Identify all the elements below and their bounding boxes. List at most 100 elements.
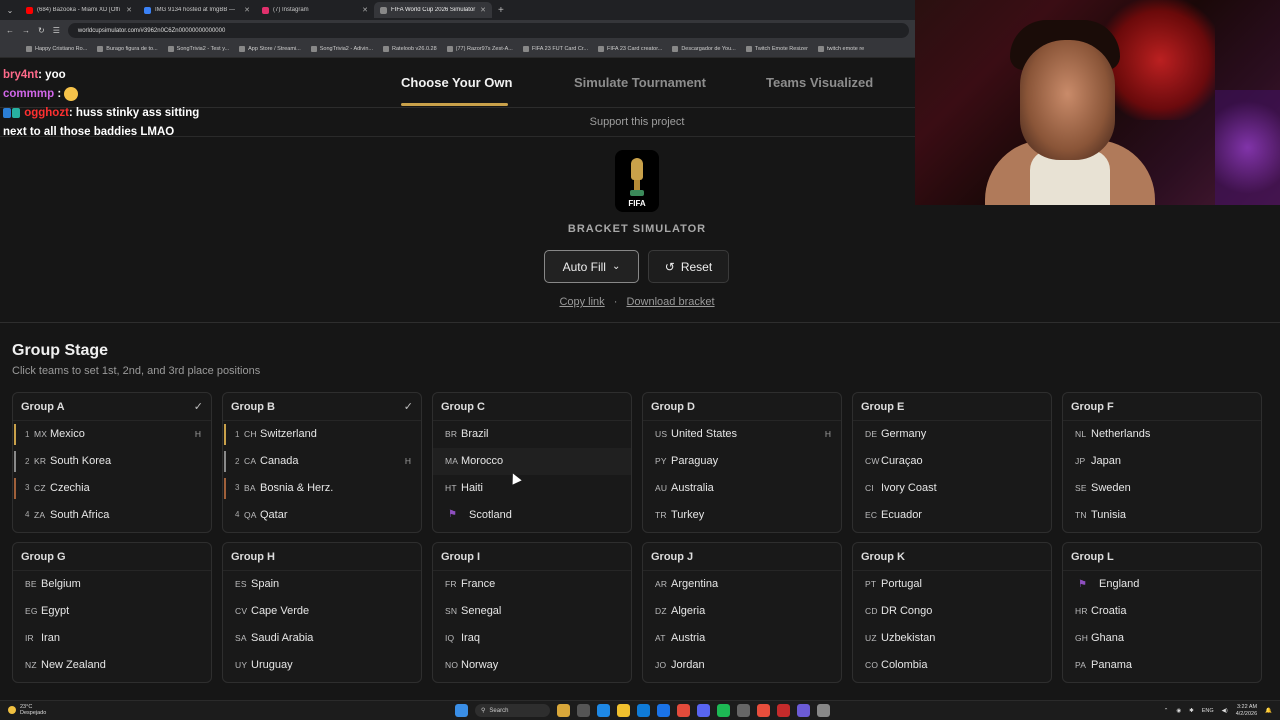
team-row[interactable]: SN Senegal	[433, 598, 631, 625]
url-field[interactable]: worldcupsimulator.com/#3962n0C6Zn0000000…	[67, 23, 909, 38]
team-row[interactable]: MA Morocco	[433, 447, 631, 475]
team-row[interactable]: CD DR Congo	[853, 598, 1051, 625]
team-row[interactable]: FR France	[433, 571, 631, 598]
chrome-icon[interactable]	[677, 704, 690, 717]
team-row[interactable]: 3 BA Bosnia & Herz.	[223, 475, 421, 502]
obs-icon[interactable]	[737, 704, 750, 717]
reload-icon[interactable]: ↻	[38, 26, 45, 35]
team-row[interactable]: JP Japan	[1063, 448, 1261, 475]
forward-icon[interactable]: →	[22, 26, 30, 35]
browser-tab[interactable]: (7) Instagram ✕	[256, 2, 374, 18]
store-icon[interactable]	[637, 704, 650, 717]
new-tab-icon[interactable]: +	[492, 5, 504, 16]
bookmark-item[interactable]: Happy Cristiano Ro...	[26, 46, 87, 52]
close-tab-icon[interactable]: ✕	[244, 6, 250, 14]
team-row[interactable]: GH Ghana	[1063, 625, 1261, 652]
team-row[interactable]: ES Spain	[223, 571, 421, 598]
team-row[interactable]: TR Turkey	[643, 501, 841, 528]
browser-tab[interactable]: IMG 9134 hosted at ImgBB — ✕	[138, 2, 256, 18]
team-row[interactable]: SA Saudi Arabia	[223, 625, 421, 652]
weather-widget[interactable]: 23°C Despejado	[8, 704, 46, 716]
misc-app-icon[interactable]	[817, 704, 830, 717]
team-row[interactable]: CW Curaçao	[853, 448, 1051, 475]
bookmark-item[interactable]: SongTrivia2 - Adivin...	[310, 46, 373, 52]
team-row[interactable]: PA Panama	[1063, 651, 1261, 678]
windows-start-icon[interactable]	[455, 704, 468, 717]
bookmark-item[interactable]: SongTrivia2 - Test y...	[167, 46, 229, 52]
team-row[interactable]: DE Germany	[853, 421, 1051, 448]
browser-tab[interactable]: (684) Bazooka - Miami XD [Offi ✕	[20, 2, 138, 18]
team-row[interactable]: 3 CZ Czechia	[13, 475, 211, 502]
language-indicator[interactable]: ENG	[1202, 708, 1214, 714]
team-row[interactable]: CI Ivory Coast	[853, 475, 1051, 502]
file-explorer-icon[interactable]	[617, 704, 630, 717]
team-row[interactable]: JO Jordan	[643, 651, 841, 678]
edge-icon[interactable]	[597, 704, 610, 717]
team-row[interactable]: NZ New Zealand	[13, 651, 211, 678]
team-row[interactable]: NL Netherlands	[1063, 421, 1261, 448]
bookmark-item[interactable]: Descargador de You...	[672, 46, 736, 52]
reset-button[interactable]: ↺ Reset	[648, 250, 729, 283]
browser-tab[interactable]: FIFA World Cup 2026 Simulator ✕	[374, 2, 492, 18]
team-row[interactable]: ⚑ England	[1063, 571, 1261, 598]
team-row[interactable]: IQ Iraq	[433, 625, 631, 652]
taskbar-search[interactable]: ⚲ Search	[475, 704, 550, 717]
bookmark-item[interactable]: FIFA 23 FUT Card Cr...	[522, 46, 588, 52]
tab-simulate-tournament[interactable]: Simulate Tournament	[574, 75, 706, 90]
bookmark-item[interactable]: FIFA 23 Card creator...	[597, 46, 662, 52]
copy-link[interactable]: Copy link	[559, 296, 604, 308]
team-row[interactable]: UY Uruguay	[223, 651, 421, 678]
team-row[interactable]: 2 CA Canada H	[223, 448, 421, 475]
volume-icon[interactable]: ◀)	[1222, 708, 1228, 714]
team-row[interactable]: BE Belgium	[13, 571, 211, 598]
team-row[interactable]: 4 ZA South Africa	[13, 501, 211, 528]
team-row[interactable]: HR Croatia	[1063, 598, 1261, 625]
bookmark-item[interactable]: Twitch Emote Resizer	[745, 46, 808, 52]
team-row[interactable]: BR Brazil	[433, 421, 631, 448]
team-row[interactable]: AU Australia	[643, 475, 841, 502]
team-row[interactable]: PY Paraguay	[643, 448, 841, 475]
team-row[interactable]: TN Tunisia	[1063, 501, 1261, 528]
site-info-icon[interactable]: ☰	[53, 26, 60, 35]
team-row[interactable]: SE Sweden	[1063, 475, 1261, 502]
team-row[interactable]: IR Iran	[13, 625, 211, 652]
team-row[interactable]: HT Haiti	[433, 475, 631, 502]
team-row[interactable]: CO Colombia	[853, 651, 1051, 678]
media-app-icon[interactable]	[777, 704, 790, 717]
discord-icon[interactable]	[697, 704, 710, 717]
microphone-icon[interactable]: ◉	[1176, 708, 1181, 714]
support-link[interactable]: Support this project	[590, 116, 685, 128]
team-row[interactable]: CV Cape Verde	[223, 598, 421, 625]
task-view-icon[interactable]	[577, 704, 590, 717]
team-row[interactable]: 1 CH Switzerland	[223, 421, 421, 448]
team-row[interactable]: 2 KR South Korea	[13, 448, 211, 475]
team-row[interactable]: EG Egypt	[13, 598, 211, 625]
spotify-icon[interactable]	[717, 704, 730, 717]
tab-teams-visualized[interactable]: Teams Visualized	[766, 75, 873, 90]
close-tab-icon[interactable]: ✕	[126, 6, 132, 14]
team-row[interactable]: DZ Algeria	[643, 598, 841, 625]
team-row[interactable]: 1 MX Mexico H	[13, 421, 211, 448]
tab-list-icon[interactable]: ⌄	[0, 6, 20, 15]
close-tab-icon[interactable]: ✕	[362, 6, 368, 14]
tab-choose-your-own[interactable]: Choose Your Own	[401, 75, 512, 90]
team-row[interactable]: ⚑ Scotland	[433, 501, 631, 528]
bookmark-item[interactable]: App Store / Streami...	[239, 46, 301, 52]
team-row[interactable]: 4 QA Qatar	[223, 501, 421, 528]
app-icon[interactable]	[757, 704, 770, 717]
close-tab-icon[interactable]: ✕	[480, 6, 486, 14]
clock[interactable]: 3:22 AM 4/2/2026	[1236, 704, 1257, 718]
settings-app-icon[interactable]	[797, 704, 810, 717]
bookmark-item[interactable]: twitch emote re	[817, 46, 864, 52]
auto-fill-button[interactable]: Auto Fill ⌄	[544, 250, 639, 283]
widgets-icon[interactable]	[557, 704, 570, 717]
team-row[interactable]: UZ Uzbekistan	[853, 625, 1051, 652]
team-row[interactable]: NO Norway	[433, 651, 631, 678]
notification-icon[interactable]: 🔔	[1265, 708, 1272, 714]
download-bracket-link[interactable]: Download bracket	[626, 296, 714, 308]
bluetooth-icon[interactable]: ✱	[1189, 708, 1194, 714]
tray-chevron-icon[interactable]: ⌃	[1164, 708, 1169, 714]
team-row[interactable]: AR Argentina	[643, 571, 841, 598]
bookmark-item[interactable]: Burago figura de to...	[97, 46, 158, 52]
mail-icon[interactable]	[657, 704, 670, 717]
